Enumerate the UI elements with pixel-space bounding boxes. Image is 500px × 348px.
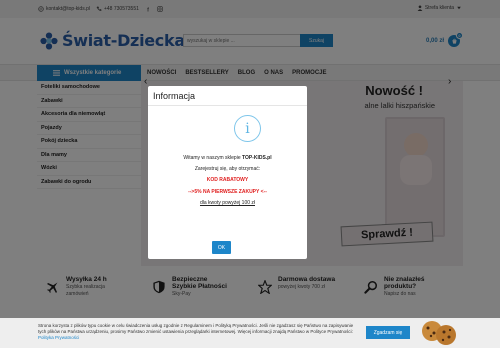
privacy-policy-link[interactable]: Polityka Prywatności <box>38 335 79 340</box>
cookies-image <box>422 321 456 345</box>
cookie-text: Strona korzysta z plików typu cookie w c… <box>38 323 358 341</box>
modal-title: Informacja <box>148 86 307 106</box>
minimum-amount-line: dla kwoty powyżej 100 zł <box>199 199 256 206</box>
modal-body: Witamy w naszym sklepie TOP-KIDS.pl Zare… <box>148 153 307 209</box>
discount-percent-line: -->5% NA PIERWSZE ZAKUPY <-- <box>188 188 267 195</box>
info-icon: i <box>234 115 261 142</box>
cookie-accept-button[interactable]: Zgadzam się <box>366 326 410 339</box>
welcome-line: Witamy w naszym sklepie TOP-KIDS.pl <box>148 153 307 164</box>
cookie-bar: Strona korzysta z plików typu cookie w c… <box>0 318 500 348</box>
store-name: TOP-KIDS.pl <box>241 155 272 161</box>
info-modal: Informacja i Witamy w naszym sklepie TOP… <box>148 86 307 259</box>
welcome-text: Witamy w naszym sklepie <box>183 155 242 161</box>
cookie-message: Strona korzysta z plików typu cookie w c… <box>38 323 354 334</box>
discount-code-line: KOD RABATOWY <box>206 177 249 184</box>
register-line: Zarejestruj się, aby otrzymać: <box>194 166 261 173</box>
modal-ok-button[interactable]: OK <box>212 241 231 254</box>
